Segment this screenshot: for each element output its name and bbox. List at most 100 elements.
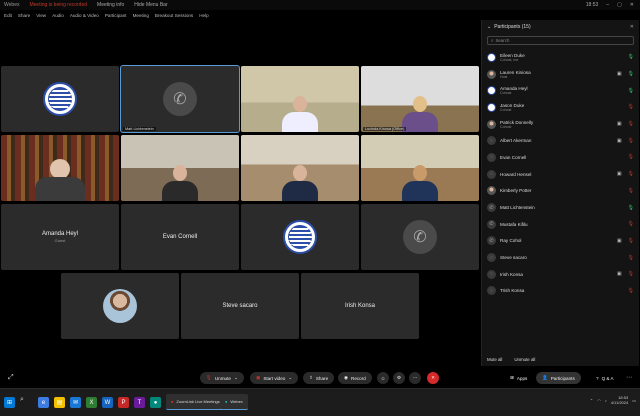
wifi-icon[interactable]: ◠ bbox=[597, 398, 601, 403]
seal-logo bbox=[43, 82, 77, 116]
apps-button[interactable]: ⊞ Apps bbox=[504, 372, 533, 384]
menu-share[interactable]: Share bbox=[18, 13, 30, 18]
participant-row[interactable]: Jason Duke Cohost 🎙 bbox=[482, 99, 639, 116]
participant-row[interactable]: ✆ Ray Cohol ▣ 🎙 bbox=[482, 233, 639, 250]
notification-icon[interactable]: ▭ bbox=[632, 398, 636, 403]
tile-phone-2[interactable]: ✆ bbox=[361, 204, 479, 270]
tile-avatar[interactable] bbox=[61, 273, 179, 339]
layout-icon[interactable]: ⤢ bbox=[8, 374, 14, 382]
participants-button[interactable]: 👤 Participants bbox=[536, 372, 581, 384]
record-button[interactable]: ◉ Record bbox=[338, 372, 372, 384]
participant-name: Ray Cohol bbox=[500, 238, 522, 244]
chevron-down-icon: ⌄ bbox=[233, 375, 238, 380]
participant-row[interactable]: Patrick Donnelly Cohost ▣ 🎙 bbox=[482, 116, 639, 133]
minimize-icon[interactable]: – bbox=[606, 2, 609, 8]
participant-search-input[interactable]: ⌕ Search bbox=[487, 36, 634, 45]
phone-icon: ✆ bbox=[487, 236, 496, 246]
tile-video-1[interactable] bbox=[241, 66, 359, 132]
clock[interactable]: 18:53 4/11/2024 bbox=[611, 395, 629, 405]
mic-off-icon: 🎙 bbox=[627, 187, 634, 194]
participant-row[interactable]: Amanda Heyl Cohost 🎙 bbox=[482, 82, 639, 99]
chevron-up-icon[interactable]: ⌃ bbox=[590, 398, 593, 403]
tile-video-5[interactable] bbox=[241, 135, 359, 201]
unmute-button[interactable]: 🎙 Unmute ⌄ bbox=[200, 372, 244, 384]
video-off-icon: ▣ bbox=[256, 375, 261, 380]
taskbar-app-zoomlink[interactable]: ● ZoomLink Live Meetings... bbox=[166, 394, 229, 410]
participant-row[interactable]: Lauren Kiniosa Host ▣ 🎙 bbox=[482, 66, 639, 83]
avatar bbox=[487, 102, 496, 112]
menu-breakout[interactable]: Breakout Sessions bbox=[155, 13, 193, 18]
qa-label: Q & A bbox=[601, 375, 614, 381]
leave-button[interactable]: ✕ bbox=[427, 372, 439, 384]
participant-row[interactable]: ◌ Steve sacaro 🎙 bbox=[482, 249, 639, 266]
more-icon[interactable]: ⋯ bbox=[626, 374, 632, 381]
participant-row[interactable]: ◌ Albert Akerman ▣ 🎙 bbox=[482, 132, 639, 149]
window-title-bar: Webex Meeting is being recorded Meeting … bbox=[0, 0, 640, 10]
participant-row[interactable]: ◌ Irish Konsa ▣ 🎙 bbox=[482, 266, 639, 283]
participant-video bbox=[1, 135, 119, 201]
close-icon[interactable]: ✕ bbox=[630, 2, 634, 8]
tile-irish[interactable]: Irish Konsa bbox=[301, 273, 419, 339]
participant-row[interactable]: Kimberly Potter 🎙 bbox=[482, 183, 639, 200]
share-button[interactable]: ⇪ Share bbox=[303, 372, 335, 384]
participant-name: Evan Cornell bbox=[500, 154, 527, 160]
participant-row[interactable]: Eileen Duke Cohost, me 🎙 bbox=[482, 49, 639, 66]
teams-icon[interactable]: T bbox=[134, 397, 145, 408]
participant-row[interactable]: ◌ Trish Konsa 🎙 bbox=[482, 283, 639, 300]
taskbar-app-webex[interactable]: ● Webex bbox=[220, 394, 248, 410]
menu-audio[interactable]: Audio bbox=[52, 13, 64, 18]
tile-seal-1[interactable] bbox=[1, 66, 119, 132]
hide-menu-bar-link[interactable]: Hide Menu Bar bbox=[134, 2, 167, 8]
tile-video-4[interactable] bbox=[121, 135, 239, 201]
participant-row[interactable]: ◌ Howard Hensel ▣ 🎙 bbox=[482, 166, 639, 183]
tile-video-3[interactable] bbox=[1, 135, 119, 201]
avatar: ◌ bbox=[487, 169, 496, 179]
tile-steve[interactable]: Steve sacaro bbox=[181, 273, 299, 339]
menu-audio-video[interactable]: Audio & Video bbox=[70, 13, 99, 18]
settings-button[interactable]: ⚙ bbox=[393, 372, 405, 384]
app-title: Webex bbox=[4, 2, 20, 8]
windows-start-icon[interactable]: ⊞ bbox=[4, 397, 15, 408]
menu-meeting[interactable]: Meeting bbox=[133, 13, 149, 18]
powerpoint-icon[interactable]: P bbox=[118, 397, 129, 408]
edge-icon[interactable]: e bbox=[38, 397, 49, 408]
participant-video bbox=[361, 66, 479, 132]
title-time: 18:53 bbox=[585, 2, 599, 8]
system-tray: ⌃ ◠ ♪ 18:53 4/11/2024 ▭ bbox=[590, 395, 636, 405]
reactions-button[interactable]: ☺ bbox=[377, 372, 389, 384]
start-video-button[interactable]: ▣ Start video ⌄ bbox=[250, 372, 299, 384]
menu-help[interactable]: Help bbox=[199, 13, 208, 18]
menu-participant[interactable]: Participant bbox=[105, 13, 127, 18]
meeting-info-link[interactable]: Meeting info bbox=[97, 2, 124, 8]
participant-role: Host bbox=[500, 74, 508, 79]
excel-icon[interactable]: X bbox=[86, 397, 97, 408]
app-icon[interactable]: ● bbox=[150, 397, 161, 408]
volume-icon[interactable]: ♪ bbox=[605, 398, 607, 403]
record-icon: ◉ bbox=[344, 375, 349, 380]
qa-button[interactable]: ? Q & A bbox=[590, 372, 620, 384]
more-button[interactable]: ⋯ bbox=[409, 372, 421, 384]
menu-view[interactable]: View bbox=[36, 13, 46, 18]
participant-row[interactable]: ◌ Evan Cornell 🎙 bbox=[482, 149, 639, 166]
unmute-all-button[interactable]: Unmute all bbox=[514, 357, 535, 362]
file-explorer-icon[interactable]: ▤ bbox=[54, 397, 65, 408]
tile-seal-2[interactable] bbox=[241, 204, 359, 270]
mute-all-button[interactable]: Mute all bbox=[487, 357, 502, 362]
close-icon[interactable]: ✕ bbox=[630, 24, 634, 30]
tile-video-2[interactable]: Lucinda Kinosa (Office) bbox=[361, 66, 479, 132]
mail-icon[interactable]: ✉ bbox=[70, 397, 81, 408]
participant-row[interactable]: ✆ Mustafa Kifilu 🎙 bbox=[482, 216, 639, 233]
tile-phone-1[interactable]: ✆ Matt Lichtenstein bbox=[120, 65, 240, 133]
mic-off-icon: 🎙 bbox=[627, 154, 634, 161]
tile-amanda[interactable]: Amanda Heyl Guest bbox=[1, 204, 119, 270]
tile-video-6[interactable] bbox=[361, 135, 479, 201]
tile-evan[interactable]: Evan Cornell bbox=[121, 204, 239, 270]
participant-row[interactable]: ✆ Matt Lichtenstein 🎙 bbox=[482, 199, 639, 216]
collapse-icon[interactable]: ⌄ bbox=[487, 24, 491, 30]
menu-edit[interactable]: Edit bbox=[4, 13, 12, 18]
maximize-icon[interactable]: ▢ bbox=[617, 2, 622, 8]
mic-off-icon: 🎙 bbox=[627, 237, 634, 244]
search-icon[interactable]: ⌕ bbox=[20, 396, 34, 409]
word-icon[interactable]: W bbox=[102, 397, 113, 408]
mic-on-icon: 🎙 bbox=[627, 71, 634, 78]
